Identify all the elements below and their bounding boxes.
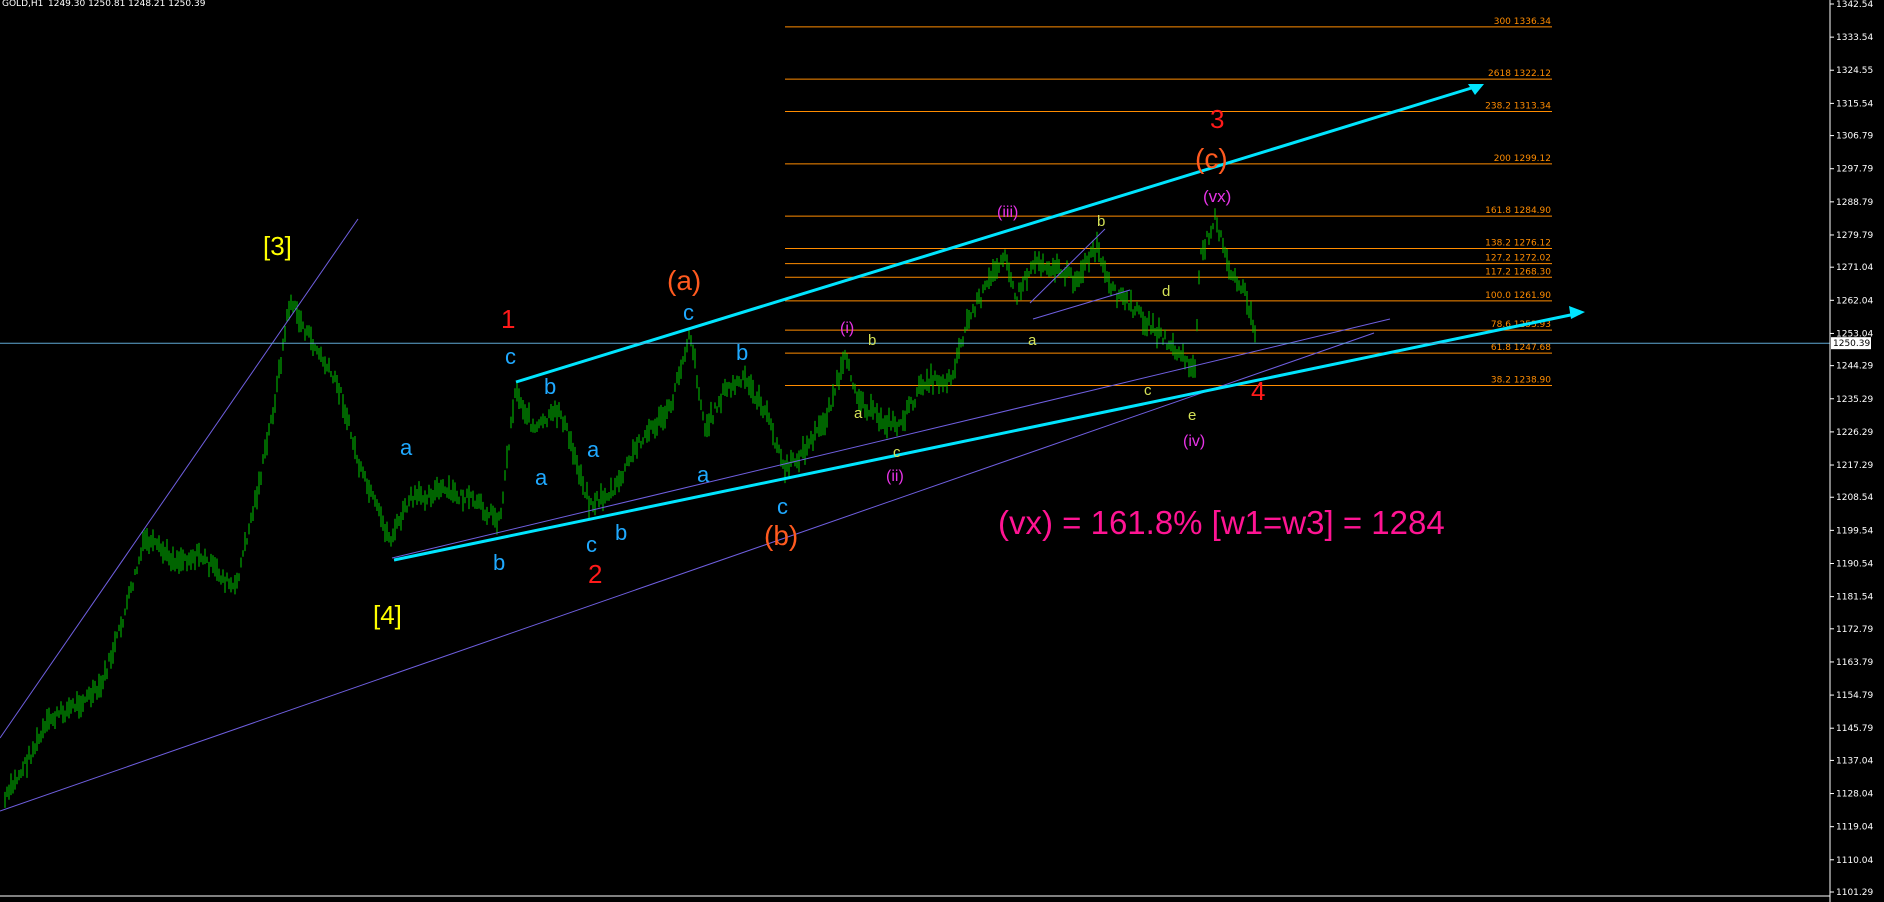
wave-label-primary-4: [4]: [373, 600, 402, 630]
wave-label-blue-c-4: c: [777, 494, 788, 519]
price-tick-label: 1226.29: [1836, 428, 1873, 438]
fib-level-label: 161.8 1284.90: [1485, 206, 1551, 216]
price-tick-label: 1324.55: [1836, 66, 1873, 76]
wave-label-yellow-c-1: c: [893, 444, 901, 461]
fibonacci-annotation: (vx) = 161.8% [w1=w3] = 1284: [998, 504, 1445, 541]
current-price-label: 1250.39: [1833, 339, 1870, 349]
fib-level-label: 61.8 1247.68: [1491, 343, 1551, 353]
trendline-steep: [0, 218, 359, 739]
price-tick-label: 1244.29: [1836, 362, 1873, 372]
fib-level-label: 38.2 1238.90: [1491, 375, 1551, 385]
wave-label-blue-c-1: c: [505, 344, 516, 369]
wave-label-yellow-e-2: e: [1188, 407, 1196, 424]
chart-ohlc-label: 1249.30 1250.81 1248.21 1250.39: [48, 0, 206, 9]
price-tick-label: 1128.04: [1836, 790, 1873, 800]
price-tick-label: 1190.54: [1836, 559, 1873, 569]
wave-label-blue-c-3: c: [683, 300, 694, 325]
channel-lower-arrow-icon: [1569, 306, 1585, 319]
wave-label-iii: (iii): [997, 204, 1018, 221]
wave-label-blue-a-1: a: [400, 435, 413, 460]
price-tick-label: 1235.29: [1836, 395, 1873, 405]
wave-label-3: 3: [1210, 104, 1224, 134]
fib-level-label: 117.2 1268.30: [1485, 267, 1551, 277]
wave-label-blue-a-4: a: [697, 462, 710, 487]
price-tick-label: 1288.79: [1836, 198, 1873, 208]
cyan-channel: [393, 84, 1585, 562]
wave-label-1: 1: [501, 304, 515, 334]
wave-label-i: (i): [840, 320, 854, 337]
trendline-iii-b-lower: [1032, 289, 1131, 320]
fib-level-label: 238.2 1313.34: [1485, 101, 1551, 111]
price-tick-label: 1163.79: [1836, 658, 1873, 668]
wave-label-yellow-c-2: c: [1144, 382, 1152, 399]
price-axis-ticks: 1342.54 1333.54 1324.55 1315.54 1306.79 1297.…: [1830, 0, 1873, 898]
wave-labels: [3] [4] 1 2 3 4 (a) (b) (c) (vx) (i) (ii…: [263, 104, 1265, 630]
wave-label-yellow-d-2: d: [1162, 283, 1170, 300]
price-tick-label: 1208.54: [1836, 493, 1873, 503]
price-tick-label: 1110.04: [1836, 856, 1873, 866]
channel-upper-line: [515, 84, 1479, 384]
chart-symbol-label: GOLD,H1: [2, 0, 43, 9]
fib-level-label: 127.2 1272.02: [1485, 254, 1551, 264]
trendline-lower-long: [0, 332, 1375, 812]
price-tick-label: 1271.04: [1836, 263, 1873, 273]
wave-label-blue-b-1: b: [493, 550, 505, 575]
price-tick-label: 1199.54: [1836, 526, 1873, 536]
wave-label-yellow-b-1: b: [868, 332, 876, 349]
price-tick-label: 1315.54: [1836, 99, 1873, 109]
wave-label-yellow-b-2: b: [1097, 213, 1105, 230]
price-tick-label: 1137.04: [1836, 756, 1873, 766]
fib-level-label: 300 1336.34: [1494, 17, 1552, 27]
price-tick-label: 1101.29: [1836, 888, 1873, 898]
wave-label-blue-b-2: b: [544, 374, 556, 399]
wave-label-a-orange: (a): [667, 265, 701, 296]
wave-label-yellow-a-1: a: [854, 405, 863, 422]
fibonacci-levels: 300 1336.34 2618 1322.12 238.2 1313.34 200 …: [785, 17, 1552, 386]
fib-level-label: 2618 1322.12: [1488, 69, 1551, 79]
fib-level-label: 200 1299.12: [1494, 154, 1551, 164]
price-tick-label: 1145.79: [1836, 724, 1873, 734]
fib-level-label: 138.2 1276.12: [1485, 238, 1551, 248]
wave-label-blue-b-4: b: [736, 340, 748, 365]
wave-label-c-orange: (c): [1195, 143, 1228, 174]
wave-label-blue-a-2: a: [535, 465, 548, 490]
price-tick-label: 1217.29: [1836, 461, 1873, 471]
wave-label-vx: (vx): [1203, 187, 1231, 206]
wave-label-2: 2: [588, 559, 602, 589]
price-tick-label: 1306.79: [1836, 132, 1873, 142]
fib-level-label: 100.0 1261.90: [1485, 291, 1551, 301]
price-tick-label: 1342.54: [1836, 0, 1873, 10]
price-tick-label: 1181.54: [1836, 593, 1873, 603]
price-tick-label: 1297.79: [1836, 165, 1873, 175]
wave-label-blue-a-3: a: [587, 437, 600, 462]
price-tick-label: 1279.79: [1836, 231, 1873, 241]
wave-label-b-orange: (b): [764, 520, 798, 551]
price-tick-label: 1262.04: [1836, 296, 1873, 306]
wave-label-primary-3: [3]: [263, 231, 292, 261]
wave-label-blue-b-3: b: [615, 520, 627, 545]
wave-label-4: 4: [1251, 376, 1265, 406]
price-chart[interactable]: GOLD,H1 1249.30 1250.81 1248.21 1250.39 …: [0, 0, 1884, 902]
wave-label-iv: (iv): [1183, 433, 1205, 450]
wave-label-blue-c-2: c: [586, 532, 597, 557]
wave-label-ii: (ii): [886, 468, 904, 485]
wave-label-yellow-a-2: a: [1028, 332, 1037, 349]
price-tick-label: 1333.54: [1836, 33, 1873, 43]
price-axis[interactable]: 1342.54 1333.54 1324.55 1315.54 1306.79 1297.…: [1829, 0, 1873, 902]
price-tick-label: 1172.79: [1836, 625, 1873, 635]
price-tick-label: 1154.79: [1836, 691, 1873, 701]
price-tick-label: 1119.04: [1836, 823, 1873, 833]
